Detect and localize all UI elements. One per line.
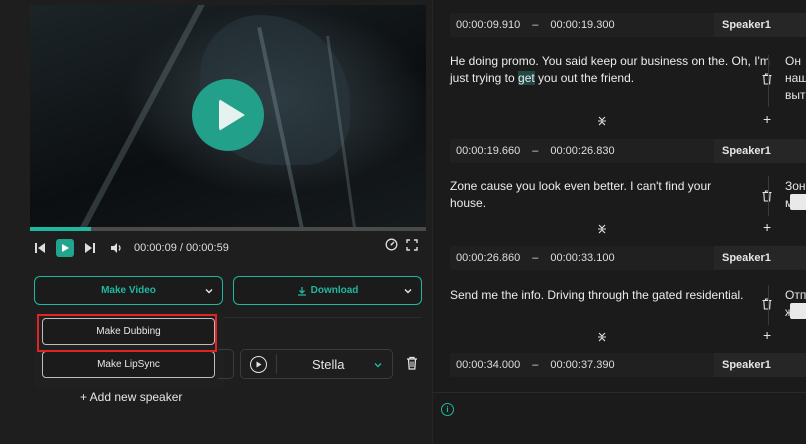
segment-text[interactable]: Zone cause you look even better. I can't… [450, 178, 750, 212]
delete-speaker-icon[interactable] [406, 356, 418, 375]
voice-select[interactable]: Stella [240, 349, 393, 379]
info-icon[interactable]: i [441, 403, 454, 416]
play-overlay-button[interactable] [192, 79, 264, 151]
scroll-tab[interactable] [790, 194, 806, 210]
segment-speaker[interactable]: Speaker1 [714, 246, 806, 270]
chevron-down-icon [205, 289, 213, 294]
volume-icon[interactable] [106, 238, 126, 258]
delete-segment-icon[interactable] [762, 72, 772, 90]
skip-forward-icon[interactable] [80, 238, 100, 258]
scroll-tab[interactable] [790, 303, 806, 319]
editor-left-panel: 00:00:09 / 00:00:59 Make Video Download … [0, 0, 432, 444]
video-progress-bar[interactable] [30, 227, 426, 231]
speed-icon[interactable] [385, 238, 398, 256]
play-icon [218, 99, 245, 131]
delete-segment-icon[interactable] [762, 297, 772, 315]
play-icon [256, 361, 262, 367]
fullscreen-icon[interactable] [406, 238, 418, 256]
transcript-footer [433, 392, 806, 428]
add-segment-icon[interactable]: + [763, 219, 771, 235]
voice-preview-button[interactable] [250, 355, 267, 373]
chevron-down-icon [404, 289, 412, 294]
segment-text[interactable]: Send me the info. Driving through the ga… [450, 287, 750, 304]
make-lipsync-button[interactable]: Make LipSync [42, 351, 215, 378]
transcript-panel: 00:00:09.910–00:00:19.300 Speaker1 He do… [433, 0, 806, 444]
segment-timecode[interactable]: 00:00:19.660–00:00:26.830 [450, 139, 722, 163]
merge-segments-icon[interactable] [597, 329, 607, 347]
add-segment-icon[interactable]: + [763, 327, 771, 343]
playback-time: 00:00:09 / 00:00:59 [134, 242, 229, 254]
player-controls: 00:00:09 / 00:00:59 [30, 236, 426, 260]
merge-segments-icon[interactable] [597, 221, 607, 239]
chevron-down-icon [374, 363, 382, 368]
segment-translation[interactable]: Он наш выт [785, 53, 806, 104]
play-icon [62, 244, 69, 252]
merge-segments-icon[interactable] [597, 113, 607, 131]
segment-timecode[interactable]: 00:00:26.860–00:00:33.100 [450, 246, 722, 270]
segment-speaker[interactable]: Speaker1 [714, 139, 806, 163]
segment-timecode[interactable]: 00:00:34.000–00:00:37.390 [450, 353, 722, 377]
segment-text[interactable]: He doing promo. You said keep our busine… [450, 53, 770, 87]
download-button[interactable]: Download [233, 276, 422, 305]
download-icon [297, 286, 306, 296]
highlight-box [37, 314, 217, 352]
play-button[interactable] [56, 239, 74, 257]
progress-fill [30, 227, 92, 231]
speaker-name-input[interactable] [218, 349, 234, 379]
segment-speaker[interactable]: Speaker1 [714, 13, 806, 37]
skip-back-icon[interactable] [30, 238, 50, 258]
add-segment-icon[interactable]: + [763, 111, 771, 127]
delete-segment-icon[interactable] [762, 189, 772, 207]
segment-speaker[interactable]: Speaker1 [714, 353, 806, 377]
video-preview[interactable] [30, 5, 426, 231]
add-new-speaker-button[interactable]: + Add new speaker [80, 390, 182, 404]
action-buttons: Make Video Download [34, 276, 422, 305]
segment-timecode[interactable]: 00:00:09.910–00:00:19.300 [450, 13, 722, 37]
make-video-button[interactable]: Make Video [34, 276, 223, 305]
